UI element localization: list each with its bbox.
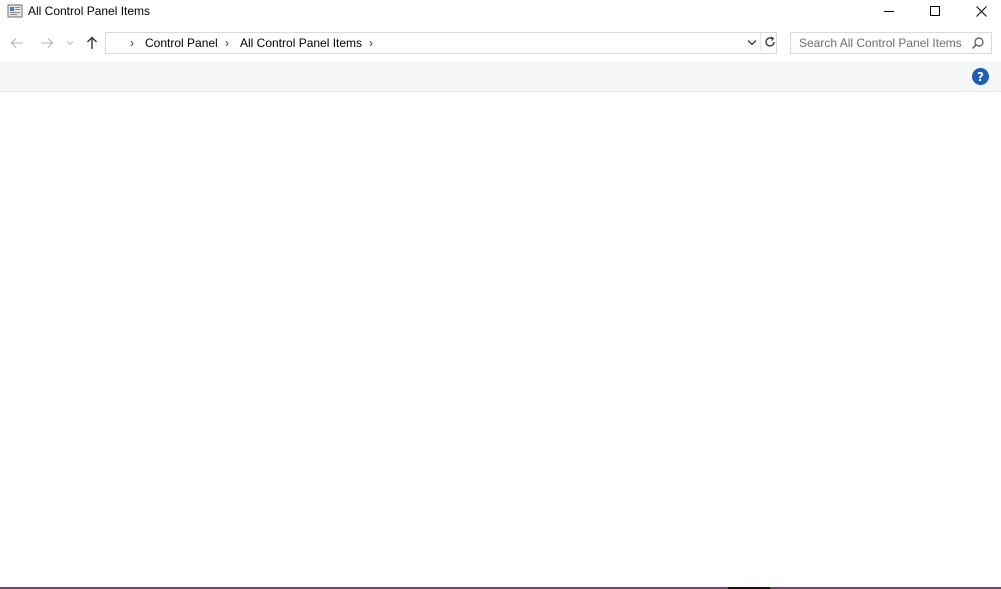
title-bar: All Control Panel Items (0, 0, 1001, 24)
up-button[interactable] (83, 34, 101, 52)
close-icon (975, 5, 987, 17)
minimize-button[interactable] (866, 0, 912, 22)
back-arrow-icon (10, 38, 23, 48)
refresh-button[interactable] (762, 33, 777, 51)
search-input[interactable] (791, 33, 967, 53)
maximize-icon (930, 6, 940, 16)
breadcrumb-separator[interactable]: › (225, 36, 229, 50)
breadcrumb-separator[interactable]: › (130, 36, 134, 50)
search-box[interactable] (790, 32, 992, 54)
maximize-button[interactable] (912, 0, 958, 22)
close-button[interactable] (958, 0, 1001, 22)
back-button[interactable] (8, 34, 26, 52)
address-dropdown-button[interactable] (745, 33, 759, 51)
recent-locations-chevron-icon (66, 41, 74, 46)
breadcrumb-control-panel[interactable]: Control Panel (145, 36, 218, 50)
refresh-icon (764, 36, 775, 47)
breadcrumb-separator[interactable]: › (369, 36, 373, 50)
minimize-icon (884, 11, 894, 12)
window-title: All Control Panel Items (28, 4, 151, 18)
address-bar[interactable]: › Control Panel › All Control Panel Item… (105, 32, 777, 54)
command-bar: ? (0, 61, 1001, 92)
help-icon[interactable]: ? (972, 68, 989, 85)
recent-locations-button[interactable] (63, 34, 77, 52)
address-row: › Control Panel › All Control Panel Item… (0, 30, 1001, 56)
forward-arrow-icon (41, 38, 54, 48)
chevron-down-icon (747, 39, 757, 45)
search-icon[interactable] (971, 36, 985, 50)
address-divider (760, 33, 761, 51)
forward-button[interactable] (38, 34, 56, 52)
breadcrumb-all-control-panel-items[interactable]: All Control Panel Items (240, 36, 362, 50)
control-panel-icon (7, 4, 23, 18)
up-arrow-icon (87, 36, 97, 49)
content-area (0, 92, 1001, 587)
